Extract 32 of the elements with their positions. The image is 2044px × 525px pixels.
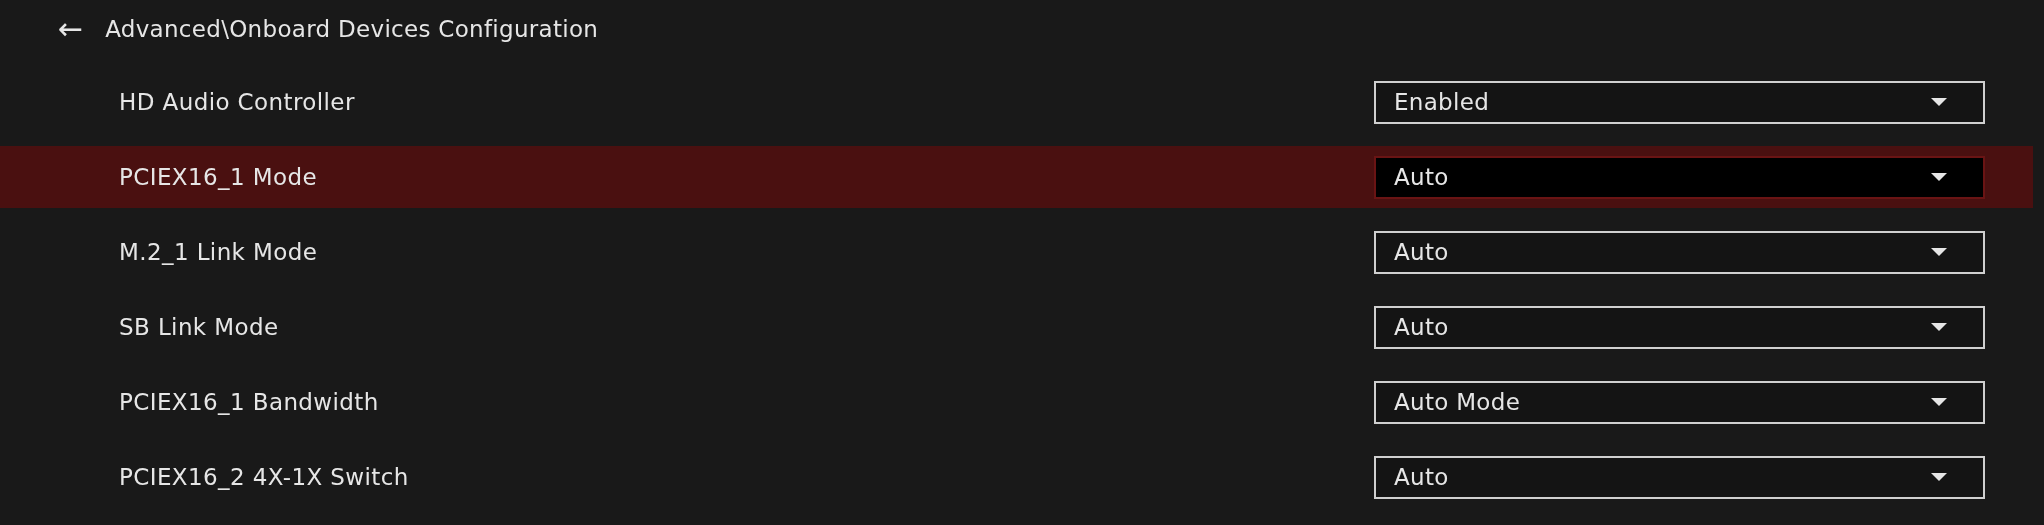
dropdown-value: Enabled (1394, 89, 1490, 115)
dropdown[interactable]: Auto (1374, 155, 1985, 199)
dropdown-value: Auto (1394, 239, 1449, 265)
setting-row[interactable]: PCIEX16_2 4X-1X Switch Auto (0, 446, 2033, 508)
dropdown[interactable]: Auto (1374, 230, 1985, 274)
setting-label: PCIEX16_1 Bandwidth (119, 389, 379, 415)
dropdown[interactable]: Auto Mode (1374, 380, 1985, 424)
dropdown[interactable]: Enabled (1374, 80, 1985, 124)
dropdown-value: Auto Mode (1394, 389, 1521, 415)
dropdown[interactable]: Auto (1374, 455, 1985, 499)
caret-icon (1931, 173, 1947, 181)
page-path: Advanced\Onboard Devices Configuration (105, 16, 599, 42)
setting-label: PCIEX16_2 4X-1X Switch (119, 464, 409, 490)
caret-icon (1931, 473, 1947, 481)
caret-icon (1931, 248, 1947, 256)
dropdown-value: Auto (1394, 164, 1449, 190)
caret-icon (1931, 98, 1947, 106)
dropdown[interactable]: Auto (1374, 305, 1985, 349)
setting-label: PCIEX16_1 Mode (119, 164, 317, 190)
setting-label: HD Audio Controller (119, 89, 355, 115)
setting-label: SB Link Mode (119, 314, 279, 340)
dropdown-value: Auto (1394, 464, 1449, 490)
back-button[interactable]: ← (58, 14, 84, 44)
setting-row[interactable]: PCIEX16_1 Mode Auto (0, 146, 2033, 208)
setting-row[interactable]: M.2_1 Link Mode Auto (0, 221, 2033, 283)
setting-label: M.2_1 Link Mode (119, 239, 318, 265)
setting-row[interactable]: SB Link Mode Auto (0, 296, 2033, 358)
caret-icon (1931, 323, 1947, 331)
caret-icon (1931, 398, 1947, 406)
dropdown-value: Auto (1394, 314, 1449, 340)
setting-row[interactable]: HD Audio Controller Enabled (0, 71, 2033, 133)
setting-row[interactable]: PCIEX16_1 Bandwidth Auto Mode (0, 371, 2033, 433)
